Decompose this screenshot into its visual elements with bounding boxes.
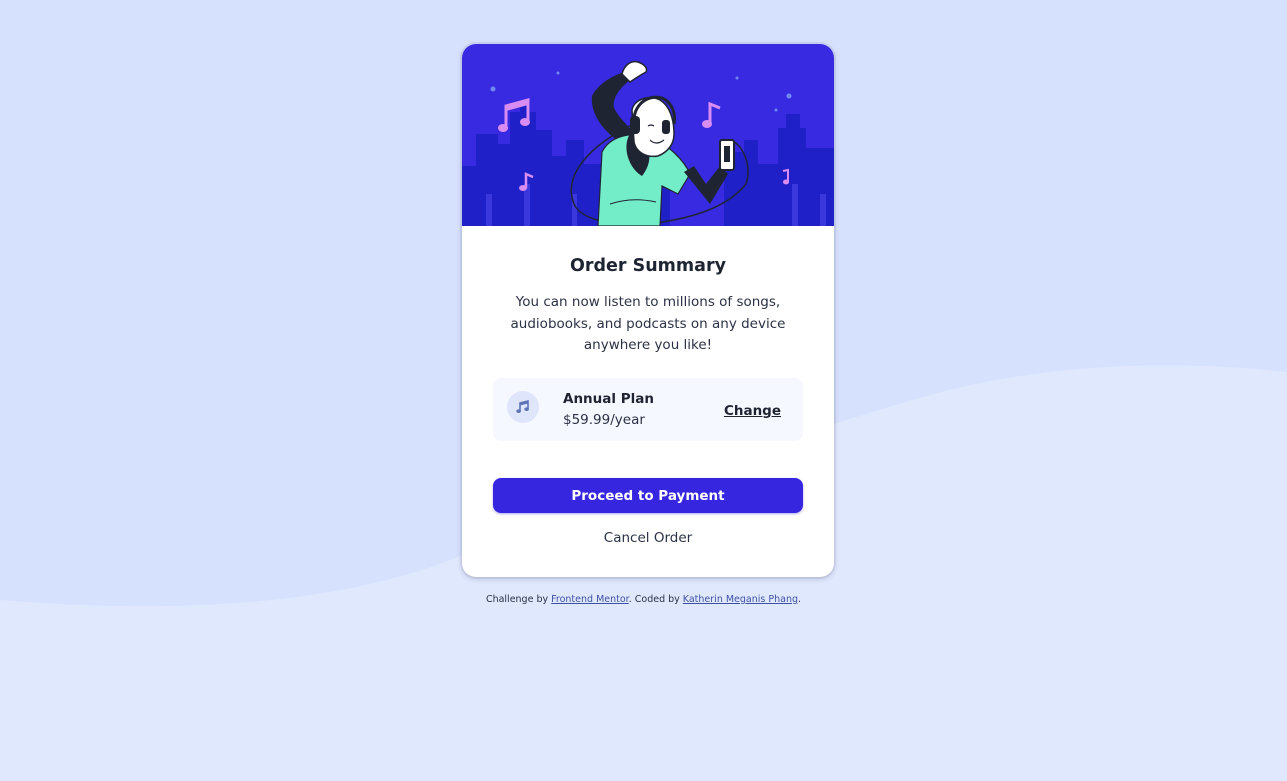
attribution: Challenge by Frontend Mentor. Coded by K… bbox=[0, 593, 1287, 606]
music-note-icon bbox=[507, 391, 539, 423]
plan-name: Annual Plan bbox=[563, 391, 654, 407]
order-description: You can now listen to millions of songs,… bbox=[510, 294, 786, 353]
plan-summary-box: Annual Plan $59.99/year Change bbox=[493, 378, 803, 441]
hero-illustration bbox=[462, 44, 834, 226]
proceed-to-payment-button[interactable]: Proceed to Payment bbox=[493, 478, 803, 513]
cancel-order-button[interactable]: Cancel Order bbox=[462, 529, 834, 547]
order-summary-card: Order Summary You can now listen to mill… bbox=[462, 44, 834, 577]
attribution-prefix: Challenge by bbox=[485, 594, 552, 605]
attribution-suffix: . bbox=[798, 594, 802, 605]
attribution-middle: . Coded by bbox=[628, 594, 683, 605]
plan-price: $59.99/year bbox=[563, 412, 645, 428]
author-link[interactable]: Katherin Meganis Phang bbox=[683, 594, 798, 605]
frontend-mentor-link[interactable]: Frontend Mentor bbox=[551, 594, 629, 605]
change-plan-link[interactable]: Change bbox=[724, 402, 781, 420]
page-title: Order Summary bbox=[569, 256, 726, 276]
